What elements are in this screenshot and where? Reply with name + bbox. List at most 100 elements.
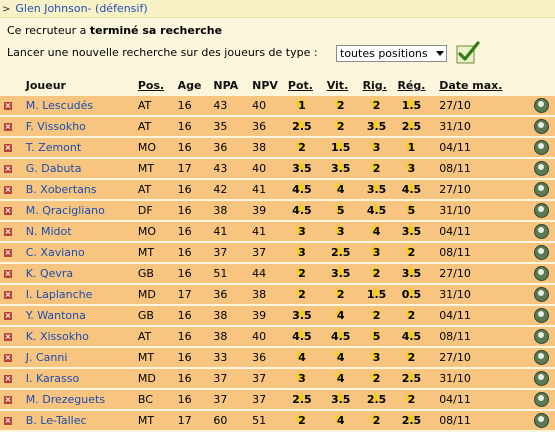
vit-cell: ★ 2 <box>326 117 363 136</box>
globe-icon[interactable] <box>533 350 549 365</box>
remove-icon[interactable]: × <box>4 123 12 131</box>
player-name-link[interactable]: I. Laplanche <box>26 288 93 301</box>
action-cell <box>527 117 555 136</box>
player-npa: 33 <box>213 348 253 367</box>
player-name-link[interactable]: Y. Wantona <box>26 309 86 322</box>
player-name-cell: I. Karasso <box>25 369 138 388</box>
player-age: 16 <box>177 222 214 241</box>
column-header-reg[interactable]: Rég. <box>397 77 439 94</box>
remove-icon[interactable]: × <box>4 291 12 299</box>
vit-star: ★ 4 <box>327 411 355 428</box>
remove-cell: × <box>0 222 26 241</box>
action-cell <box>527 96 555 115</box>
vit-value: 3.5 <box>330 162 351 175</box>
reg-value: 0.5 <box>401 288 422 301</box>
globe-icon[interactable] <box>533 245 549 260</box>
globe-icon[interactable] <box>533 224 549 239</box>
table-row: × Y. Wantona GB 16 38 39 ★ 3.5 ★ 4 ★ 2 ★ 2 04/11 <box>0 306 555 325</box>
player-name-link[interactable]: I. Karasso <box>26 372 79 385</box>
globe-icon[interactable] <box>533 413 549 428</box>
remove-cell: × <box>0 285 26 304</box>
vit-value: 4 <box>336 183 345 196</box>
player-name-link[interactable]: N. Midot <box>26 225 72 238</box>
globe-icon[interactable] <box>533 203 549 218</box>
player-name-link[interactable]: M. Lescudés <box>26 99 93 112</box>
pot-value: 2.5 <box>292 120 312 133</box>
reg-cell: ★ 1 <box>397 138 440 157</box>
remove-icon[interactable]: × <box>4 144 12 152</box>
reg-value: 2 <box>407 393 416 406</box>
player-name-link[interactable]: J. Canni <box>26 351 68 364</box>
player-name-link[interactable]: F. Vissokho <box>26 120 86 133</box>
pot-star: ★ 2.5 <box>288 117 316 134</box>
remove-icon[interactable]: × <box>4 102 12 110</box>
remove-cell: × <box>0 390 26 409</box>
globe-icon[interactable] <box>533 392 549 407</box>
remove-icon[interactable]: × <box>4 207 12 215</box>
globe-icon[interactable] <box>533 140 549 155</box>
vit-value: 2 <box>336 120 345 133</box>
rig-cell: ★ 2 <box>362 411 398 430</box>
vit-star: ★ 3.5 <box>327 390 355 407</box>
player-name-link[interactable]: T. Zemont <box>26 141 81 154</box>
table-row: × K. Xissokho AT 16 38 40 ★ 4.5 ★ 4.5 ★ 5 ★ 4.5 08/11 <box>0 327 555 346</box>
vit-star: ★ 4 <box>327 180 355 197</box>
pot-cell: ★ 2.5 <box>287 390 327 409</box>
player-name-link[interactable]: B. Xobertans <box>26 183 97 196</box>
globe-icon[interactable] <box>533 119 549 134</box>
remove-icon[interactable]: × <box>4 312 12 320</box>
remove-icon[interactable]: × <box>4 186 12 194</box>
player-name-link[interactable]: C. Xaviano <box>26 246 85 259</box>
globe-icon[interactable] <box>533 98 549 113</box>
vit-star: ★ 2 <box>327 117 355 134</box>
player-npv: 36 <box>252 348 288 367</box>
globe-icon[interactable] <box>533 308 549 323</box>
remove-icon[interactable]: × <box>4 165 12 173</box>
remove-icon[interactable]: × <box>4 354 12 362</box>
globe-icon[interactable] <box>533 329 549 344</box>
recruiter-title[interactable]: Glen Johnson- (défensif) <box>15 2 147 15</box>
recruiter-status: Ce recruteur a terminé sa recherche <box>7 24 222 37</box>
globe-icon[interactable] <box>533 371 549 386</box>
remove-icon[interactable]: × <box>4 249 12 257</box>
table-row: × M. Qracigliano DF 16 38 39 ★ 4.5 ★ 5 ★ 4.5 ★ 5 31/10 <box>0 201 555 220</box>
column-header-vit[interactable]: Vit. <box>327 77 363 94</box>
globe-icon[interactable] <box>533 266 549 281</box>
remove-icon[interactable]: × <box>4 396 12 404</box>
globe-icon[interactable] <box>533 161 549 176</box>
remove-icon[interactable]: × <box>4 228 12 236</box>
player-name-link[interactable]: G. Dabuta <box>26 162 82 175</box>
player-name-link[interactable]: M. Qracigliano <box>26 204 105 217</box>
position-select[interactable]: toutes positions <box>336 45 447 62</box>
remove-icon[interactable]: × <box>4 333 12 341</box>
column-header-rig[interactable]: Rig. <box>363 77 398 94</box>
remove-icon[interactable]: × <box>4 375 12 383</box>
player-npv: 40 <box>252 159 288 178</box>
remove-cell: × <box>0 348 26 367</box>
column-header-pot[interactable]: Pot. <box>288 77 327 94</box>
pot-cell: ★ 2 <box>287 138 327 157</box>
player-name-link[interactable]: K. Qevra <box>26 267 73 280</box>
remove-icon[interactable]: × <box>4 270 12 278</box>
player-name-cell: K. Qevra <box>25 264 138 283</box>
reg-star: ★ 2 <box>397 243 425 260</box>
globe-icon[interactable] <box>533 287 549 302</box>
remove-icon[interactable]: × <box>4 417 12 425</box>
column-header-date[interactable]: Date max. <box>439 77 527 94</box>
player-name-link[interactable]: M. Drezeguets <box>26 393 105 406</box>
rig-value: 2 <box>372 267 381 280</box>
player-name-link[interactable]: K. Xissokho <box>26 330 89 343</box>
player-date: 27/10 <box>439 180 528 199</box>
globe-icon[interactable] <box>533 182 549 197</box>
reg-star: ★ 2 <box>397 306 425 323</box>
player-date: 31/10 <box>439 201 528 220</box>
table-row: × C. Xaviano MT 16 37 37 ★ 3 ★ 2.5 ★ 3 ★ 2 08/11 <box>0 243 555 262</box>
reg-cell: ★ 3.5 <box>397 222 440 241</box>
reg-value: 4.5 <box>401 183 422 196</box>
checkmark-icon[interactable] <box>456 40 480 64</box>
table-row: × F. Vissokho AT 16 35 36 ★ 2.5 ★ 2 ★ 3.5 ★ 2.5 31/10 <box>0 117 555 136</box>
player-name-link[interactable]: B. Le-Tallec <box>26 414 87 427</box>
header-spacer-end <box>527 77 555 94</box>
player-pos: AT <box>137 117 178 136</box>
column-header-pos[interactable]: Pos. <box>138 77 178 94</box>
